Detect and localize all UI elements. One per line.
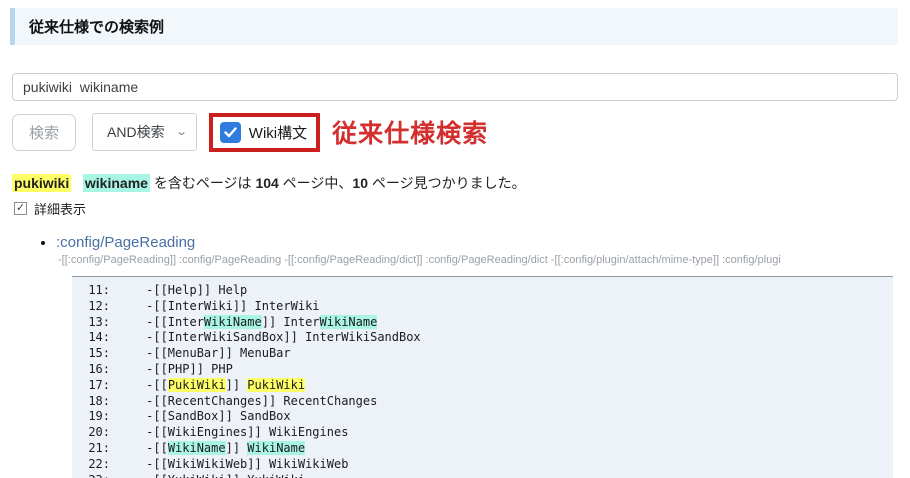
search-mode-value: AND検索 [107, 122, 165, 142]
list-item: :config/PageReading -[[:config/PageReadi… [56, 234, 898, 266]
text-segment: -[[YukiWiki]] YukiWiki [146, 473, 305, 478]
line-number: 12: [84, 299, 110, 315]
text-segment: 10 [352, 175, 368, 191]
line-number: 15: [84, 346, 110, 362]
section-header: 従来仕様での検索例 [10, 8, 898, 45]
line-number: 21: [84, 441, 110, 457]
highlighted-term: WikiName [168, 441, 226, 455]
match-context: -[[:config/PageReading]] :config/PageRea… [58, 254, 888, 266]
wiki-syntax-checkbox[interactable] [220, 122, 241, 143]
highlighted-term: WikiName [204, 315, 262, 329]
line-number: 19: [84, 409, 110, 425]
indent [110, 283, 146, 297]
highlighted-term: WikiName [247, 441, 305, 455]
highlighted-term: pukiwiki [12, 174, 71, 192]
line-number: 17: [84, 378, 110, 394]
page-link[interactable]: :config/PageReading [56, 234, 195, 251]
highlighted-term: PukiWiki [168, 378, 226, 392]
indent [110, 299, 146, 313]
text-segment: 104 [255, 175, 278, 191]
text-segment: -[[ [146, 378, 168, 392]
text-segment: -[[RecentChanges]] RecentChanges [146, 394, 377, 408]
text-segment: -[[WikiEngines]] WikiEngines [146, 425, 348, 439]
indent [110, 378, 146, 392]
result-summary: pukiwiki wikiname を含むページは 104 ページ中、10 ペー… [12, 173, 898, 193]
text-segment: -[[InterWiki]] InterWiki [146, 299, 319, 313]
line-number: 16: [84, 362, 110, 378]
text-segment: -[[ [146, 441, 168, 455]
line-number: 23: [84, 473, 110, 478]
highlighted-term: PukiWiki [247, 378, 305, 392]
text-segment: ページ中、 [279, 175, 353, 191]
annotation-text: 従来仕様検索 [332, 114, 488, 150]
indent [110, 457, 146, 471]
section-title: 従来仕様での検索例 [29, 19, 164, 36]
detail-checkbox[interactable]: ✓ [14, 202, 27, 215]
code-line: 22: -[[WikiWikiWeb]] WikiWikiWeb [84, 457, 885, 473]
line-number: 14: [84, 330, 110, 346]
indent [110, 425, 146, 439]
highlighted-term: wikiname [83, 174, 150, 192]
line-number: 13: [84, 315, 110, 331]
indent [110, 473, 146, 478]
line-number: 22: [84, 457, 110, 473]
indent [110, 362, 146, 376]
pukiwiki-search-page: 従来仕様での検索例 検索 AND検索 ⌄ Wiki構文 従来仕様検索 pukiw… [0, 0, 910, 478]
checkmark-icon [224, 127, 237, 138]
code-line: 11: -[[Help]] Help [84, 283, 885, 299]
line-number: 20: [84, 425, 110, 441]
indent [110, 441, 146, 455]
text-segment: -[[Inter [146, 315, 204, 329]
code-line: 12: -[[InterWiki]] InterWiki [84, 299, 885, 315]
text-segment: を含むページは [150, 175, 256, 191]
code-line: 20: -[[WikiEngines]] WikiEngines [84, 425, 885, 441]
text-segment: -[[InterWikiSandBox]] InterWikiSandBox [146, 330, 421, 344]
line-number: 11: [84, 283, 110, 299]
search-controls: 検索 AND検索 ⌄ Wiki構文 従来仕様検索 [12, 111, 898, 153]
text-segment: -[[Help]] Help [146, 283, 247, 297]
detail-toggle-row: ✓ 詳細表示 [14, 199, 898, 218]
search-button[interactable]: 検索 [12, 114, 76, 151]
result-list: :config/PageReading -[[:config/PageReadi… [56, 234, 898, 266]
indent [110, 315, 146, 329]
code-line: 18: -[[RecentChanges]] RecentChanges [84, 394, 885, 410]
text-segment: ページ見つかりました。 [368, 175, 526, 191]
wiki-syntax-label: Wiki構文 [249, 122, 307, 143]
text-segment: ]] [226, 441, 248, 455]
text-segment: -[[PHP]] PHP [146, 362, 233, 376]
detail-label: 詳細表示 [34, 199, 86, 218]
text-segment: -[[SandBox]] SandBox [146, 409, 291, 423]
code-line: 13: -[[InterWikiName]] InterWikiName [84, 315, 885, 331]
indent [110, 409, 146, 423]
search-mode-select[interactable]: AND検索 ⌄ [92, 113, 197, 151]
search-input[interactable] [12, 73, 898, 101]
indent [110, 330, 146, 344]
code-line: 23: -[[YukiWiki]] YukiWiki [84, 473, 885, 478]
code-line: 19: -[[SandBox]] SandBox [84, 409, 885, 425]
code-line: 16: -[[PHP]] PHP [84, 362, 885, 378]
text-segment: ]] [226, 378, 248, 392]
code-line: 15: -[[MenuBar]] MenuBar [84, 346, 885, 362]
line-number: 18: [84, 394, 110, 410]
highlighted-term: WikiName [320, 315, 378, 329]
text-segment [71, 175, 83, 191]
indent [110, 346, 146, 360]
code-line: 17: -[[PukiWiki]] PukiWiki [84, 378, 885, 394]
annotation-red-box: Wiki構文 [209, 113, 320, 152]
text-segment: ]] Inter [262, 315, 320, 329]
chevron-down-icon: ⌄ [175, 127, 188, 138]
text-segment: -[[MenuBar]] MenuBar [146, 346, 291, 360]
text-segment: -[[WikiWikiWeb]] WikiWikiWeb [146, 457, 348, 471]
code-preview: 11: -[[Help]] Help12: -[[InterWiki]] Int… [72, 276, 893, 478]
code-line: 14: -[[InterWikiSandBox]] InterWikiSandB… [84, 330, 885, 346]
indent [110, 394, 146, 408]
code-line: 21: -[[WikiName]] WikiName [84, 441, 885, 457]
